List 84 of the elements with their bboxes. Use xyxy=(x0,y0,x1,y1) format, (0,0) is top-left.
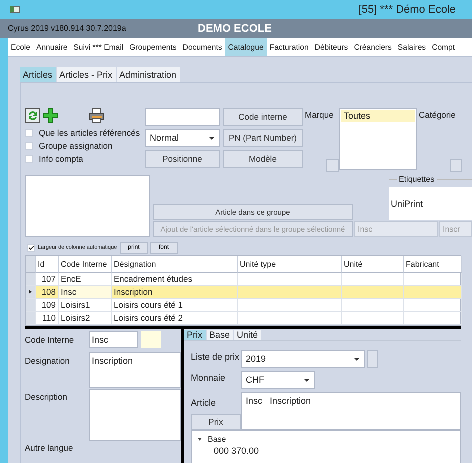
group-list[interactable] xyxy=(25,175,150,237)
small-button[interactable] xyxy=(367,350,378,368)
checkbox[interactable] xyxy=(27,244,35,252)
tree-item[interactable]: Base xyxy=(208,435,226,444)
positionne-button[interactable]: Positionne xyxy=(145,150,220,168)
tab[interactable]: Prix xyxy=(184,330,206,340)
table-cell xyxy=(342,312,404,325)
window-title: [55] *** Démo Ecole xyxy=(358,4,456,16)
plus-icon[interactable] xyxy=(43,108,59,124)
field-label: Designation xyxy=(25,355,71,368)
checkbox[interactable] xyxy=(25,155,33,163)
splitter-bar[interactable] xyxy=(25,326,461,329)
row-header[interactable] xyxy=(26,286,36,299)
field-label: Liste de prix xyxy=(191,351,241,362)
app-icon xyxy=(10,6,20,13)
text-area[interactable] xyxy=(89,389,181,441)
tab[interactable]: Base xyxy=(206,330,234,340)
tab[interactable]: Unité xyxy=(234,330,262,340)
model-button[interactable]: Modèle xyxy=(223,150,303,168)
table-cell: Insc xyxy=(59,286,112,299)
tab[interactable]: Administration xyxy=(116,67,180,82)
table-cell xyxy=(342,299,404,312)
column-header[interactable]: Fabricant xyxy=(404,256,462,273)
version-text: Cyrus 2019 v180.914 30.7.2019a xyxy=(8,24,128,33)
field-label: Description xyxy=(25,391,69,404)
list-item[interactable]: Toutes xyxy=(341,110,415,122)
refresh-icon[interactable] xyxy=(25,108,41,124)
table-cell: 110 xyxy=(36,312,59,325)
table-cell: Loisirs cours été 2 xyxy=(112,312,238,325)
splitter-bar[interactable] xyxy=(181,329,184,463)
article-field[interactable]: Insc Inscription xyxy=(241,392,461,430)
field-label: Autre langue xyxy=(25,442,74,453)
app-title: DEMO ECOLE xyxy=(198,22,272,34)
caret-icon xyxy=(354,358,360,360)
brand-label: Marque xyxy=(305,110,334,120)
table-cell xyxy=(342,286,404,299)
checkbox[interactable] xyxy=(25,129,33,137)
printer-icon[interactable] xyxy=(89,108,105,124)
column-header[interactable]: Désignation xyxy=(112,256,238,273)
column-header[interactable]: Unité type xyxy=(238,256,342,273)
column-header[interactable]: Id xyxy=(36,256,59,273)
mode-dropdown[interactable]: Normal xyxy=(145,129,220,147)
column-header[interactable]: Unité xyxy=(342,256,404,273)
checkbox[interactable] xyxy=(25,142,33,150)
category-label: Catégorie xyxy=(419,110,456,120)
tab[interactable]: Articles - Prix xyxy=(56,67,116,82)
table-cell xyxy=(404,286,462,299)
search-field[interactable] xyxy=(145,108,220,126)
part-number-button[interactable]: PN (Part Number) xyxy=(223,129,303,147)
table-cell: Loisirs2 xyxy=(59,312,112,325)
caret-icon xyxy=(209,136,215,140)
small-button[interactable] xyxy=(326,159,339,172)
row-header xyxy=(26,256,36,273)
table-cell: Loisirs cours été 1 xyxy=(112,299,238,312)
table-cell: Inscription xyxy=(112,286,238,299)
list-item[interactable]: UniPrint xyxy=(389,198,424,208)
collapse-icon[interactable] xyxy=(198,438,202,441)
checkbox-label: Groupe assignation xyxy=(39,141,113,151)
code-interne-button[interactable]: Code interne xyxy=(223,108,303,126)
table-cell: 108 xyxy=(36,286,59,299)
color-swatch xyxy=(141,331,161,348)
column-header[interactable]: Code Interne xyxy=(59,256,112,273)
tab[interactable]: Articles xyxy=(20,67,56,82)
input-field[interactable]: Insc xyxy=(89,331,138,348)
checkbox-label: Info compta xyxy=(39,154,84,164)
table-cell: Loisirs1 xyxy=(59,299,112,312)
small-button[interactable] xyxy=(450,159,462,172)
table-cell xyxy=(404,299,462,312)
table-cell: 109 xyxy=(36,299,59,312)
currency-dropdown[interactable]: CHF xyxy=(241,371,315,389)
brand-list[interactable]: Toutes xyxy=(339,108,417,170)
prix-button[interactable]: Prix xyxy=(191,414,241,430)
field-label: Code Interne xyxy=(25,334,76,347)
field-label: Monnaie xyxy=(191,372,227,383)
labels-list[interactable]: UniPrint xyxy=(389,187,472,220)
table-cell xyxy=(404,312,462,325)
text-area[interactable]: Inscription xyxy=(89,352,181,388)
price-list-dropdown[interactable]: 2019 xyxy=(241,350,365,368)
caret-icon xyxy=(304,378,310,382)
group-box-title: Etiquettes xyxy=(397,175,437,184)
checkbox-label: Que les articles référencés xyxy=(39,128,140,138)
row-indicator-icon xyxy=(29,290,32,294)
field-label: Article xyxy=(191,397,218,408)
tree-item[interactable]: 000 370.00 xyxy=(214,446,260,456)
